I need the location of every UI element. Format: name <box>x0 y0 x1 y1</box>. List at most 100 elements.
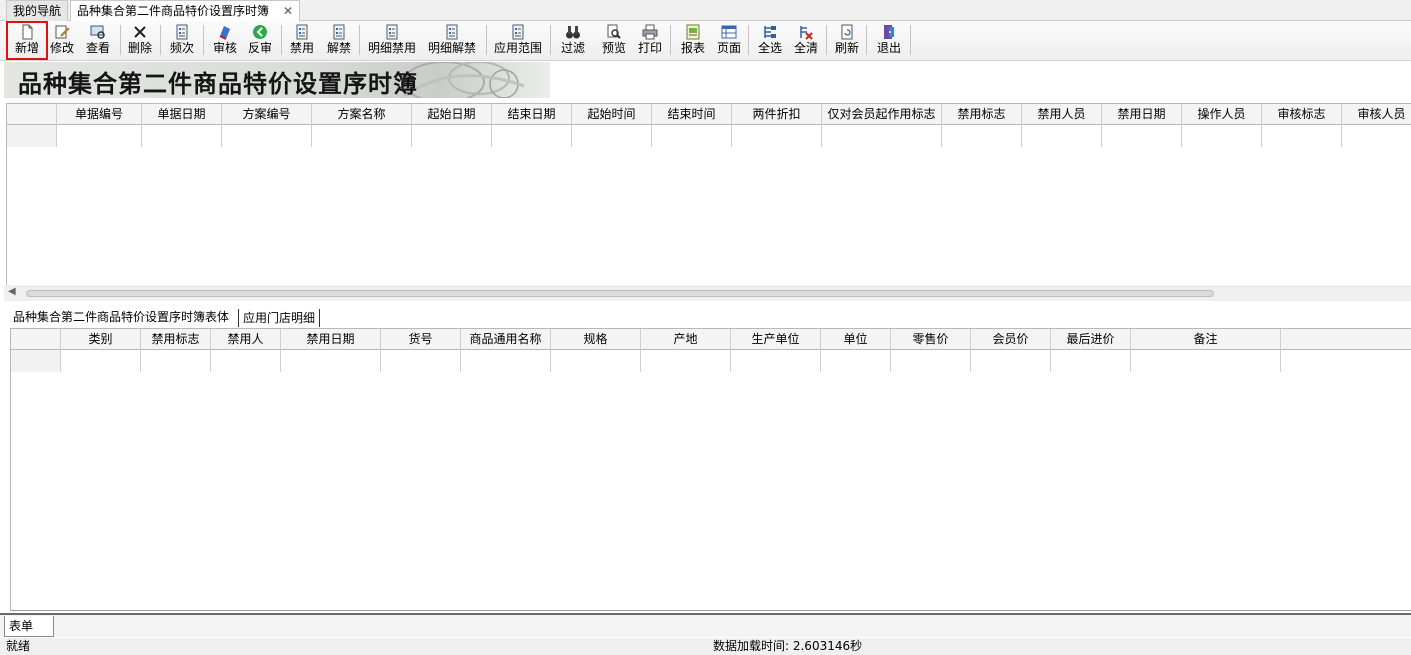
column-header[interactable]: 两件折扣 <box>732 104 822 125</box>
column-header[interactable]: 类别 <box>61 329 141 350</box>
table-cell[interactable] <box>891 350 971 372</box>
column-header[interactable]: 单位 <box>821 329 891 350</box>
column-header[interactable]: 规格 <box>551 329 641 350</box>
list-icon <box>510 24 526 40</box>
row-header-cell[interactable] <box>7 125 57 147</box>
table-cell[interactable] <box>821 350 891 372</box>
column-header[interactable]: 结束时间 <box>652 104 732 125</box>
column-header[interactable]: 单据日期 <box>142 104 222 125</box>
table-cell[interactable] <box>61 350 141 372</box>
column-header[interactable]: 起始日期 <box>412 104 492 125</box>
toolbar-button-2[interactable]: 查看 <box>82 22 114 59</box>
column-header[interactable]: 产地 <box>641 329 731 350</box>
column-header[interactable]: 会员价 <box>971 329 1051 350</box>
column-header[interactable]: 零售价 <box>891 329 971 350</box>
toolbar-button-19[interactable]: 刷新 <box>830 22 864 59</box>
table-cell[interactable] <box>1342 125 1411 147</box>
table-cell[interactable] <box>942 125 1022 147</box>
table-cell[interactable] <box>971 350 1051 372</box>
toolbar-button-20[interactable]: 退出 <box>872 22 906 59</box>
table-cell[interactable] <box>1182 125 1262 147</box>
column-header[interactable]: 仅对会员起作用标志 <box>822 104 942 125</box>
horizontal-scrollbar[interactable]: ◀ <box>4 285 1411 301</box>
table-cell[interactable] <box>1131 350 1281 372</box>
scroll-left-icon[interactable]: ◀ <box>8 286 16 297</box>
column-header[interactable]: 禁用人 <box>211 329 281 350</box>
table-cell[interactable] <box>731 350 821 372</box>
column-header[interactable]: 方案编号 <box>222 104 312 125</box>
toolbar-button-0[interactable]: 新增 <box>6 21 48 60</box>
column-header[interactable]: 单据编号 <box>57 104 142 125</box>
table-cell[interactable] <box>211 350 281 372</box>
column-header[interactable]: 备注 <box>1131 329 1281 350</box>
column-header[interactable]: 生产单位 <box>731 329 821 350</box>
toolbar-button-17[interactable]: 全选 <box>753 22 787 59</box>
column-header[interactable]: 审核标志 <box>1262 104 1342 125</box>
table-cell[interactable] <box>551 350 641 372</box>
tab-form[interactable]: 表单 <box>4 616 54 637</box>
column-header[interactable]: 货号 <box>381 329 461 350</box>
column-header[interactable]: 禁用标志 <box>942 104 1022 125</box>
toolbar-button-10[interactable]: 明细解禁 <box>424 22 480 59</box>
table-cell[interactable] <box>281 350 381 372</box>
toolbar-button-16[interactable]: 页面 <box>712 22 746 59</box>
toolbar-separator <box>748 25 749 55</box>
toolbar-button-4[interactable]: 频次 <box>165 22 199 59</box>
table-cell[interactable] <box>141 350 211 372</box>
table-cell[interactable] <box>1022 125 1102 147</box>
column-header[interactable]: 禁用标志 <box>141 329 211 350</box>
table-cell[interactable] <box>412 125 492 147</box>
table-cell[interactable] <box>461 350 551 372</box>
table-cell[interactable] <box>312 125 412 147</box>
table-cell[interactable] <box>142 125 222 147</box>
tab-active-document[interactable]: 品种集合第二件商品特价设置序时簿 ✕ <box>70 0 300 22</box>
column-header[interactable]: 最后进价 <box>1051 329 1131 350</box>
table-cell[interactable] <box>1262 125 1342 147</box>
table-cell[interactable] <box>572 125 652 147</box>
column-header[interactable]: 操作人员 <box>1182 104 1262 125</box>
row-header-cell[interactable] <box>11 350 61 372</box>
toolbar-button-1[interactable]: 修改 <box>47 22 77 59</box>
column-header[interactable]: 禁用日期 <box>1102 104 1182 125</box>
table-cell[interactable] <box>652 125 732 147</box>
column-header[interactable]: 审核人员 <box>1342 104 1411 125</box>
toolbar-button-5[interactable]: 审核 <box>208 22 242 59</box>
column-header[interactable]: 起始时间 <box>572 104 652 125</box>
column-header[interactable]: 商品通用名称 <box>461 329 551 350</box>
toolbar-button-7[interactable]: 禁用 <box>286 22 318 59</box>
close-icon[interactable]: ✕ <box>283 1 293 21</box>
edit-icon <box>54 24 70 40</box>
toolbar-button-label: 修改 <box>49 41 74 55</box>
table-cell[interactable] <box>732 125 822 147</box>
toolbar-button-11[interactable]: 应用范围 <box>490 22 546 59</box>
table-cell[interactable] <box>222 125 312 147</box>
toolbar-button-8[interactable]: 解禁 <box>322 22 356 59</box>
grid-corner-cell[interactable] <box>11 329 61 350</box>
table-row[interactable] <box>11 350 1281 372</box>
table-cell[interactable] <box>641 350 731 372</box>
toolbar-button-12[interactable]: 过滤 <box>556 22 590 59</box>
tab-detail-body[interactable]: 品种集合第二件商品特价设置序时簿表体 <box>10 306 233 327</box>
table-row[interactable] <box>7 125 1411 147</box>
column-header[interactable]: 方案名称 <box>312 104 412 125</box>
toolbar-button-14[interactable]: 打印 <box>633 22 667 59</box>
table-cell[interactable] <box>381 350 461 372</box>
table-cell[interactable] <box>57 125 142 147</box>
table-cell[interactable] <box>492 125 572 147</box>
column-header[interactable]: 结束日期 <box>492 104 572 125</box>
toolbar-button-15[interactable]: 报表 <box>676 22 710 59</box>
toolbar-button-3[interactable]: 删除 <box>125 22 155 59</box>
toolbar-button-9[interactable]: 明细禁用 <box>364 22 420 59</box>
table-cell[interactable] <box>1051 350 1131 372</box>
column-header[interactable]: 禁用日期 <box>281 329 381 350</box>
table-cell[interactable] <box>1102 125 1182 147</box>
tab-my-navigation[interactable]: 我的导航 <box>6 0 68 21</box>
tab-store-detail[interactable]: 应用门店明细 <box>238 309 321 327</box>
toolbar-button-13[interactable]: 预览 <box>597 22 631 59</box>
toolbar-button-18[interactable]: 全清 <box>789 22 823 59</box>
table-cell[interactable] <box>822 125 942 147</box>
scrollbar-thumb[interactable] <box>26 290 1214 297</box>
grid-corner-cell[interactable] <box>7 104 57 125</box>
column-header[interactable]: 禁用人员 <box>1022 104 1102 125</box>
toolbar-button-6[interactable]: 反审 <box>244 22 276 59</box>
